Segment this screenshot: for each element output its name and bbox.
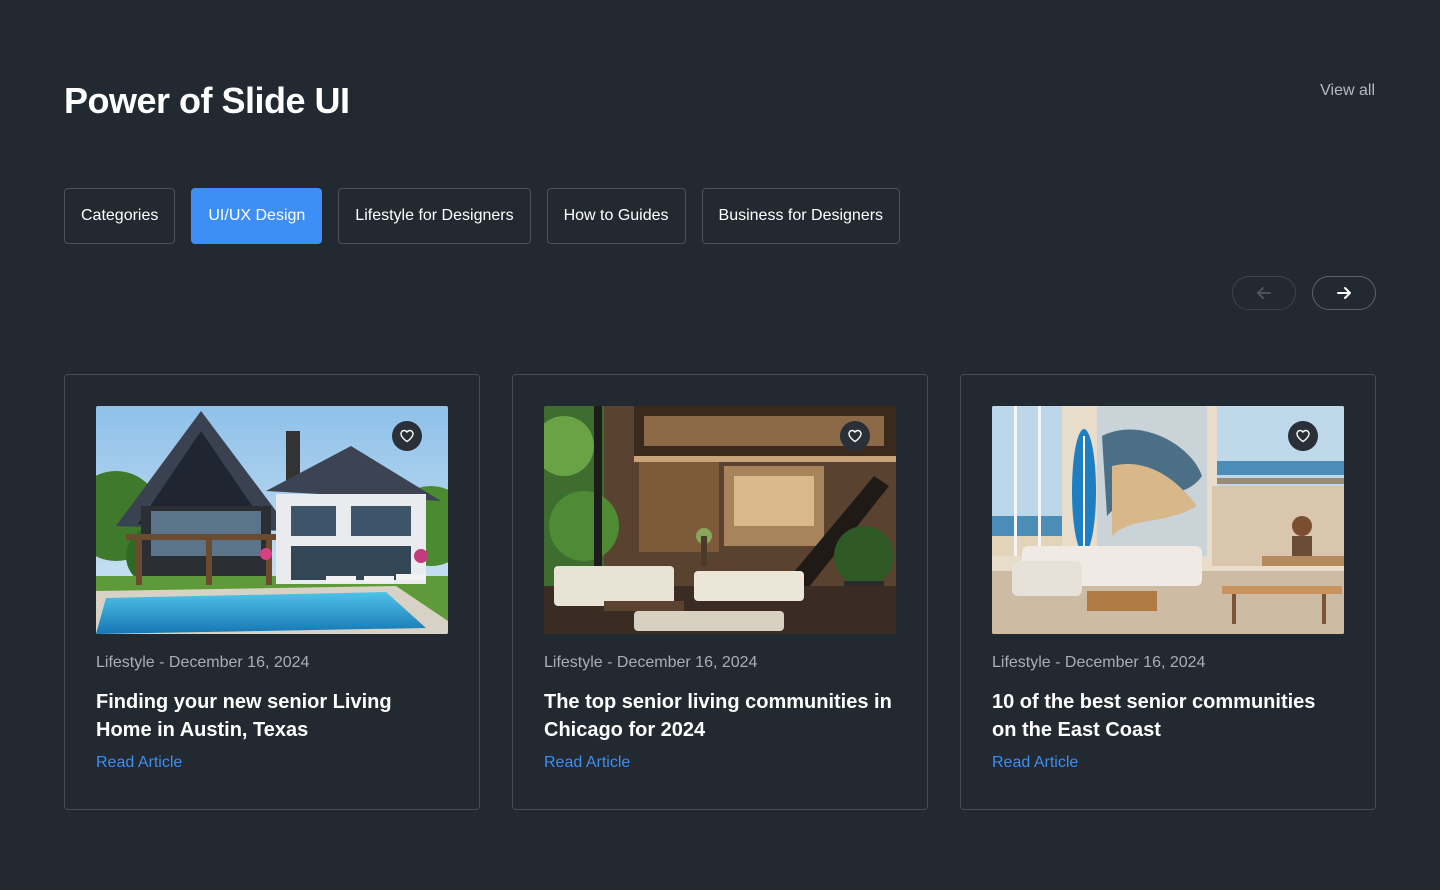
heart-icon bbox=[848, 429, 862, 443]
category-tabs: Categories UI/UX Design Lifestyle for De… bbox=[64, 188, 901, 244]
tab-categories[interactable]: Categories bbox=[64, 188, 176, 244]
previous-slide-button[interactable] bbox=[1232, 276, 1296, 310]
heart-icon bbox=[1296, 429, 1310, 443]
next-slide-button[interactable] bbox=[1312, 276, 1376, 310]
article-card[interactable]: Lifestyle - December 16, 2024 Finding yo… bbox=[64, 374, 480, 810]
article-title[interactable]: 10 of the best senior communities on the… bbox=[992, 688, 1344, 744]
arrow-left-icon bbox=[1257, 287, 1271, 299]
view-all-link[interactable]: View all bbox=[1320, 82, 1375, 100]
heart-icon bbox=[400, 429, 414, 443]
read-article-link[interactable]: Read Article bbox=[544, 754, 630, 772]
read-article-link[interactable]: Read Article bbox=[992, 754, 1078, 772]
article-card[interactable]: Lifestyle - December 16, 2024 10 of the … bbox=[960, 374, 1376, 810]
article-meta: Lifestyle - December 16, 2024 bbox=[544, 654, 758, 671]
tab-how-to-guides[interactable]: How to Guides bbox=[546, 188, 686, 244]
tab-lifestyle-for-designers[interactable]: Lifestyle for Designers bbox=[338, 188, 531, 244]
tab-ui-ux-design[interactable]: UI/UX Design bbox=[191, 188, 323, 244]
tab-business-for-designers[interactable]: Business for Designers bbox=[701, 188, 901, 244]
favorite-button[interactable] bbox=[840, 421, 870, 451]
favorite-button[interactable] bbox=[392, 421, 422, 451]
arrow-right-icon bbox=[1337, 287, 1351, 299]
article-image-beach-house[interactable] bbox=[992, 406, 1344, 634]
article-title[interactable]: The top senior living communities in Chi… bbox=[544, 688, 896, 744]
article-meta: Lifestyle - December 16, 2024 bbox=[96, 654, 310, 671]
article-carousel: Lifestyle - December 16, 2024 Finding yo… bbox=[64, 374, 1376, 810]
favorite-button[interactable] bbox=[1288, 421, 1318, 451]
read-article-link[interactable]: Read Article bbox=[96, 754, 182, 772]
page-title: Power of Slide UI bbox=[64, 80, 350, 121]
article-meta: Lifestyle - December 16, 2024 bbox=[992, 654, 1206, 671]
article-image-house-pool[interactable] bbox=[96, 406, 448, 634]
article-title[interactable]: Finding your new senior Living Home in A… bbox=[96, 688, 448, 744]
article-image-living-room[interactable] bbox=[544, 406, 896, 634]
article-card[interactable]: Lifestyle - December 16, 2024 The top se… bbox=[512, 374, 928, 810]
page: Power of Slide UI View all Categories UI… bbox=[0, 0, 1440, 890]
